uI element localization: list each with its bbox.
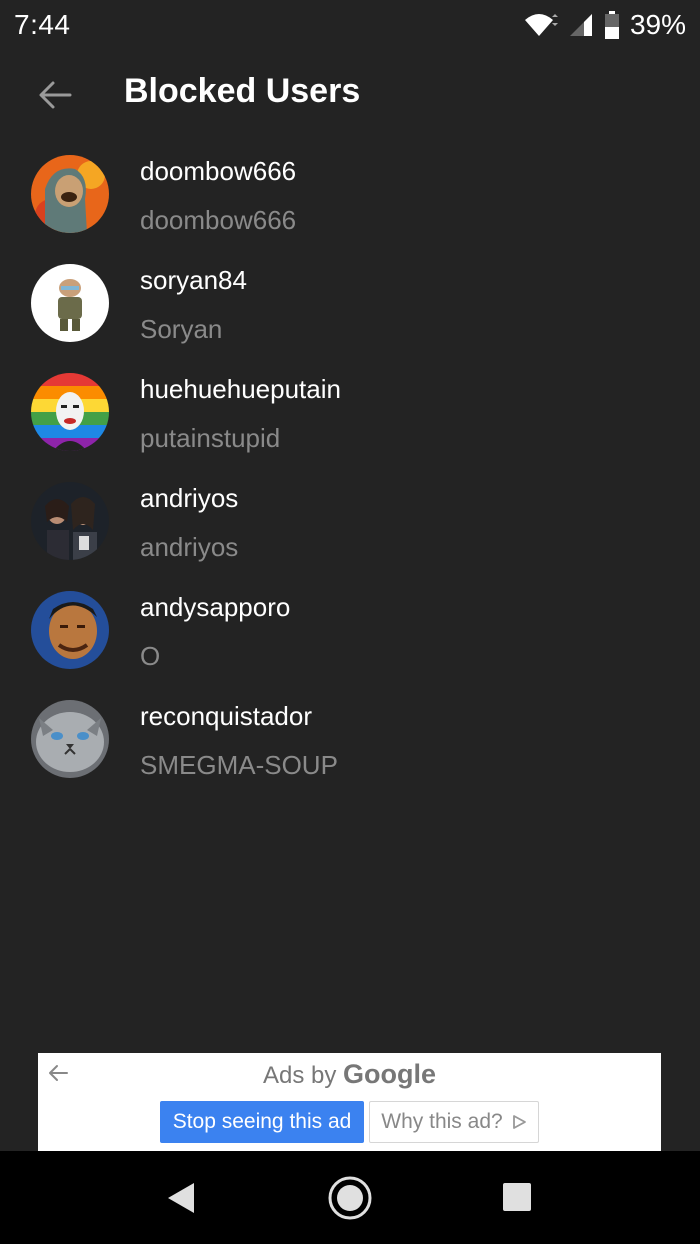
avatar	[31, 264, 109, 342]
google-logo: Google	[343, 1059, 437, 1089]
user-item-reconquistador[interactable]: reconquistador SMEGMA-SOUP	[0, 695, 700, 804]
display-name: doombow666	[140, 205, 297, 235]
status-icons: 39%	[524, 9, 686, 41]
app-bar: Blocked Users	[0, 50, 700, 142]
stop-seeing-ad-button[interactable]: Stop seeing this ad	[160, 1101, 364, 1143]
nav-back-icon[interactable]	[166, 1181, 196, 1215]
ad-banner: Ads by Google Stop seeing this ad Why th…	[38, 1053, 661, 1151]
ads-by-label: Ads by Google	[38, 1059, 661, 1090]
avatar	[31, 482, 109, 560]
display-name: O	[140, 641, 161, 671]
why-this-ad-button[interactable]: Why this ad?	[369, 1101, 539, 1143]
username: andysapporo	[140, 592, 291, 622]
nav-home-icon[interactable]	[327, 1175, 373, 1221]
cell-signal-icon	[569, 14, 592, 36]
display-name: putainstupid	[140, 423, 281, 453]
ads-by-text: Ads by	[262, 1062, 337, 1089]
username: doombow666	[140, 156, 297, 186]
system-nav-bar	[0, 1151, 700, 1244]
display-name: SMEGMA-SOUP	[140, 750, 338, 780]
user-item-doombow666[interactable]: doombow666 doombow666	[0, 150, 700, 259]
avatar	[31, 155, 109, 233]
why-this-ad-label: Why this ad?	[381, 1110, 503, 1133]
page-title: Blocked Users	[124, 72, 361, 110]
battery-icon	[604, 11, 619, 39]
wifi-icon	[524, 14, 558, 36]
username: reconquistador	[140, 701, 312, 731]
battery-percent: 39%	[629, 9, 686, 40]
user-item-soryan84[interactable]: soryan84 Soryan	[0, 259, 700, 368]
status-time: 7:44	[14, 9, 71, 40]
user-item-huehuehueputain[interactable]: huehuehueputain putainstupid	[0, 368, 700, 477]
display-name: Soryan	[140, 314, 223, 344]
username: andriyos	[140, 483, 239, 513]
arrow-back-icon[interactable]	[36, 76, 74, 114]
avatar	[31, 591, 109, 669]
user-item-andysapporo[interactable]: andysapporo O	[0, 586, 700, 695]
user-item-andriyos[interactable]: andriyos andriyos	[0, 477, 700, 586]
username: soryan84	[140, 265, 247, 295]
blocked-users-list: doombow666 doombow666 soryan84 Soryan hu…	[0, 150, 700, 804]
status-bar: 7:44 39%	[0, 0, 700, 50]
avatar	[31, 700, 109, 778]
username: huehuehueputain	[140, 374, 341, 404]
play-outline-icon	[512, 1115, 526, 1129]
display-name: andriyos	[140, 532, 239, 562]
nav-recents-icon[interactable]	[502, 1182, 532, 1212]
avatar	[31, 373, 109, 451]
